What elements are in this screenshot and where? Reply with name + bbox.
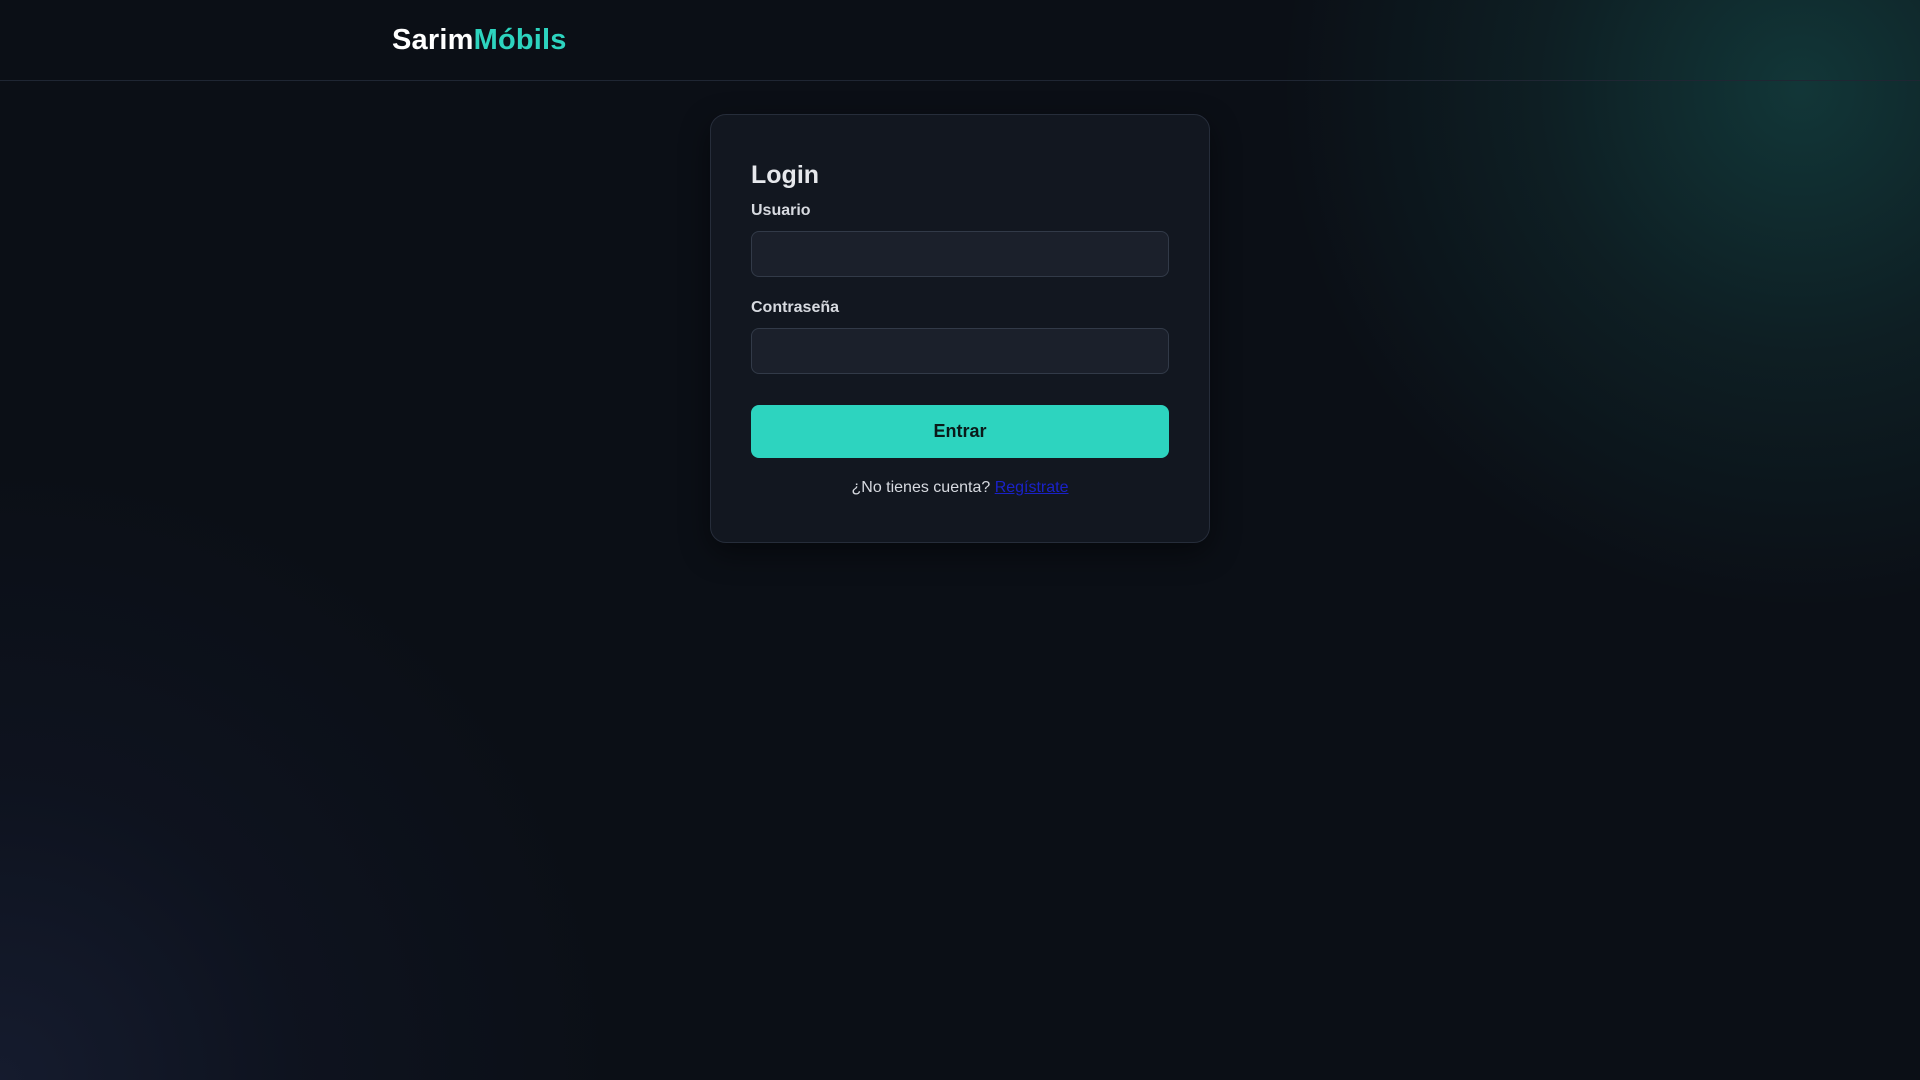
password-input[interactable] [751,328,1169,374]
login-title: Login [751,161,820,189]
register-prompt-line: ¿No tienes cuenta? Regístrate [711,478,1209,498]
brand-logo[interactable]: SarimMóbils [392,22,567,58]
password-label: Contraseña [751,299,840,316]
register-link[interactable]: Regístrate [995,479,1069,496]
brand-name-primary: Sarim [392,24,474,56]
top-navigation-bar: SarimMóbils [0,0,1920,81]
username-input[interactable] [751,231,1169,277]
login-card: Login Usuario Contraseña Entrar ¿No tien… [710,114,1210,543]
login-submit-button[interactable]: Entrar [751,405,1169,458]
brand-name-accent: Móbils [473,24,567,56]
register-prompt-text: ¿No tienes cuenta? [851,479,991,496]
username-label: Usuario [751,202,811,219]
